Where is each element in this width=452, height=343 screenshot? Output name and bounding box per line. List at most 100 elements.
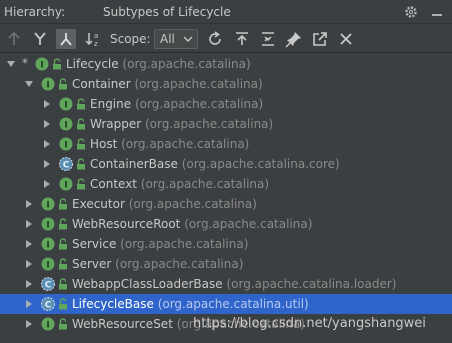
tree-row-label: Engine (org.apache.catalina) [90,97,263,111]
tree-row[interactable]: I Service (org.apache.catalina) [0,234,452,254]
interface-icon: I [41,197,55,211]
collapsed-arrow-icon[interactable] [24,239,34,249]
base-marker: * [22,56,28,70]
tree-row[interactable]: C WebappClassLoaderBase (org.apache.catal… [0,274,452,294]
collapsed-arrow-icon[interactable] [24,299,34,309]
type-name: Wrapper [90,117,142,131]
tree-row[interactable]: I Container (org.apache.catalina) [0,74,452,94]
collapsed-arrow-icon[interactable] [24,319,34,329]
watermark: https://blog.csdn.net/yangshangwei [193,316,426,331]
hierarchy-subject: Subtypes of Lifecycle [103,5,231,19]
tree-row[interactable]: I Context (org.apache.catalina) [0,174,452,194]
interface-icon: I [59,137,73,151]
public-access-icon [77,178,85,190]
collapsed-arrow-icon[interactable] [24,259,34,269]
tree-row-label: Wrapper (org.apache.catalina) [90,117,273,131]
scope-dropdown[interactable]: All [154,29,198,49]
interface-icon: I [41,77,55,91]
collapsed-arrow-icon[interactable] [24,199,34,209]
export-icon[interactable] [232,29,252,49]
public-access-icon [53,58,61,70]
tree-row[interactable]: I Wrapper (org.apache.catalina) [0,114,452,134]
svg-text:I: I [40,61,43,71]
expand-all-icon[interactable] [258,29,278,49]
scope-value: All [160,32,175,46]
svg-text:I: I [64,121,67,131]
public-access-icon [59,218,67,230]
interface-icon: I [41,257,55,271]
title-bar: Hierarchy: Subtypes of Lifecycle [0,0,452,24]
tree-row-label: Server (org.apache.catalina) [72,257,243,271]
interface-icon: I [41,217,55,231]
tree-row-label: WebResourceRoot (org.apache.catalina) [72,217,312,231]
gear-icon[interactable] [402,3,420,21]
package-name: (org.apache.catalina) [124,197,257,211]
package-name: (org.apache.catalina) [111,257,244,271]
type-name: WebappClassLoaderBase [72,277,223,291]
abstract-class-icon: C [59,157,73,171]
package-name: (org.apache.catalina) [180,217,313,231]
tree-row[interactable]: I Engine (org.apache.catalina) [0,94,452,114]
collapsed-arrow-icon[interactable] [42,119,52,129]
scope-label: Scope: [110,32,151,46]
type-name: WebResourceRoot [72,217,181,231]
expanded-arrow-icon[interactable] [6,59,16,69]
tree-row[interactable]: C ContainerBase (org.apache.catalina.core… [0,154,452,174]
public-access-icon [77,138,85,150]
type-name: LifecycleBase [72,297,154,311]
pin-icon[interactable] [284,29,304,49]
public-access-icon [59,318,67,330]
interface-icon: I [35,57,49,71]
tree-row[interactable]: C LifecycleBase (org.apache.catalina.util… [0,294,452,314]
svg-text:C: C [63,161,70,171]
collapsed-arrow-icon[interactable] [24,279,34,289]
public-access-icon [77,158,85,170]
open-in-new-window-icon[interactable] [310,29,330,49]
package-name: (org.apache.catalina.util) [153,297,309,311]
hierarchy-label: Hierarchy: [4,5,66,19]
collapsed-arrow-icon[interactable] [42,159,52,169]
svg-text:I: I [46,201,49,211]
toolbar: a z Scope: All [0,25,452,53]
collapsed-arrow-icon[interactable] [42,179,52,189]
collapsed-arrow-icon[interactable] [24,219,34,229]
minimize-icon[interactable] [428,3,446,21]
tree-row[interactable]: I WebResourceRoot (org.apache.catalina) [0,214,452,234]
public-access-icon [59,198,67,210]
public-access-icon [77,118,85,130]
collapsed-arrow-icon[interactable] [42,99,52,109]
type-name: Server [72,257,112,271]
supertypes-hierarchy-icon[interactable] [30,29,50,49]
public-access-icon [59,278,67,290]
svg-text:I: I [64,101,67,111]
subtypes-hierarchy-icon[interactable] [56,29,76,49]
type-name: Engine [90,97,132,111]
hierarchy-tree: * I Lifecycle (org.apache.catalina) I Contai… [0,54,452,343]
svg-text:I: I [46,321,49,331]
public-access-icon [59,78,67,90]
tree-row[interactable]: * I Lifecycle (org.apache.catalina) [0,54,452,74]
refresh-icon[interactable] [205,29,225,49]
svg-text:I: I [46,261,49,271]
type-hierarchy-icon[interactable] [4,29,24,49]
close-icon[interactable] [336,29,356,49]
package-name: (org.apache.catalina.loader) [222,277,397,291]
tree-row[interactable]: I Server (org.apache.catalina) [0,254,452,274]
package-name: (org.apache.catalina) [117,137,250,151]
public-access-icon [59,298,67,310]
type-name: Context [90,177,138,191]
svg-text:I: I [46,81,49,91]
svg-text:I: I [46,241,49,251]
tree-row-label: Context (org.apache.catalina) [90,177,269,191]
tree-row[interactable]: I Host (org.apache.catalina) [0,134,452,154]
svg-text:a: a [94,32,98,40]
tree-row[interactable]: I Executor (org.apache.catalina) [0,194,452,214]
type-name: WebResourceSet [72,317,173,331]
package-name: (org.apache.catalina.core) [177,157,340,171]
expanded-arrow-icon[interactable] [24,79,34,89]
tree-row-label: ContainerBase (org.apache.catalina.core) [90,157,340,171]
interface-icon: I [59,117,73,131]
abstract-class-icon: C [41,277,55,291]
collapsed-arrow-icon[interactable] [42,139,52,149]
sort-alphabetically-icon[interactable]: a z [84,29,104,49]
